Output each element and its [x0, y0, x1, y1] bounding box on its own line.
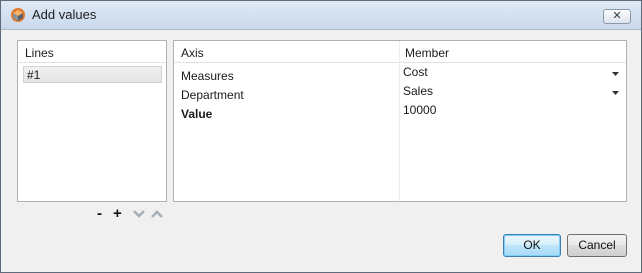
close-icon: ✕	[612, 10, 622, 22]
line-item-label: #1	[27, 68, 41, 82]
member-cell[interactable]: Cost	[403, 65, 428, 79]
chevron-down-icon[interactable]	[608, 66, 624, 83]
member-cell[interactable]: Sales	[403, 84, 433, 98]
chevron-down-icon[interactable]	[608, 85, 624, 102]
lines-header-label: Lines	[25, 46, 54, 60]
axis-cell: Measures	[181, 69, 234, 83]
dialog-title: Add values	[32, 7, 97, 22]
column-header-axis[interactable]: Axis	[181, 46, 204, 60]
lines-list[interactable]: Lines #1	[17, 40, 167, 202]
app-logo-icon	[10, 7, 26, 23]
table-row[interactable]: Measures Cost	[174, 65, 626, 84]
title-bar[interactable]: Add values ✕	[1, 1, 641, 30]
move-up-icon[interactable]	[150, 208, 164, 222]
axis-cell: Department	[181, 88, 244, 102]
ok-button[interactable]: OK	[503, 234, 561, 257]
add-values-dialog: Add values ✕ Lines #1 - + Axis Member Me…	[0, 0, 642, 273]
add-line-button[interactable]: +	[113, 206, 125, 222]
column-header-member[interactable]: Member	[405, 46, 449, 60]
values-grid: Axis Member Measures Cost Department Sal…	[173, 40, 627, 202]
table-row[interactable]: Department Sales	[174, 84, 626, 103]
axis-cell: Value	[181, 107, 213, 121]
line-toolbar: - +	[97, 206, 169, 222]
lines-header: Lines	[18, 41, 166, 63]
remove-line-button[interactable]: -	[97, 206, 107, 222]
close-button[interactable]: ✕	[603, 9, 631, 24]
move-down-icon[interactable]	[132, 208, 146, 222]
cancel-button[interactable]: Cancel	[567, 234, 627, 257]
grid-header: Axis Member	[174, 41, 626, 63]
value-input[interactable]: 10000	[403, 103, 436, 117]
dialog-body: Lines #1 - + Axis Member Measures Cost D…	[1, 30, 641, 272]
table-row[interactable]: Value 10000	[174, 103, 626, 122]
list-item[interactable]: #1	[23, 66, 162, 83]
